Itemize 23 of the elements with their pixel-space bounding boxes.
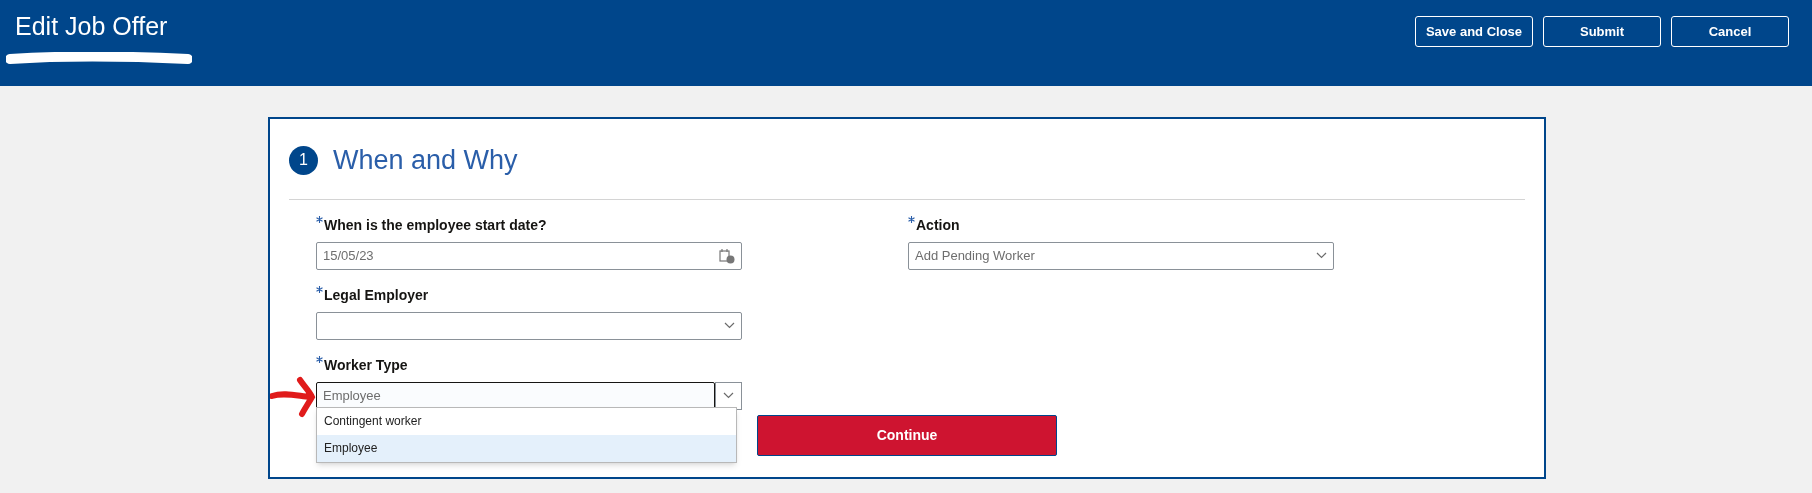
step-number: 1 xyxy=(289,145,318,175)
field-label: Worker Type xyxy=(324,355,408,375)
arrow-annotation xyxy=(270,374,318,418)
dropdown-toggle-button[interactable] xyxy=(715,381,742,410)
header-button[interactable]: Save and Close xyxy=(1415,16,1533,47)
chevron-down-icon xyxy=(724,322,735,329)
field-label: Action xyxy=(916,215,960,235)
field-label: Legal Employer xyxy=(324,285,429,305)
chevron-down-icon xyxy=(723,392,734,399)
field-label: When is the employee start date? xyxy=(324,215,547,235)
dropdown-option[interactable]: Contingent worker xyxy=(317,407,736,435)
dropdown-option[interactable]: Employee xyxy=(317,434,736,462)
combo-input-field[interactable]: Employee xyxy=(316,381,715,410)
dropdown-field[interactable] xyxy=(316,311,742,340)
date-field[interactable]: 15/05/23 xyxy=(316,241,742,270)
chevron-down-icon xyxy=(1316,252,1327,259)
header-button[interactable]: Cancel xyxy=(1671,16,1789,47)
dropdown-field[interactable]: Add Pending Worker xyxy=(908,241,1334,270)
section-title: When and Why xyxy=(333,144,518,177)
continue-button[interactable]: Continue xyxy=(757,415,1057,456)
page-title: Edit Job Offer xyxy=(15,11,168,42)
header-button[interactable]: Submit xyxy=(1543,16,1661,47)
calendar-icon[interactable] xyxy=(719,247,735,264)
